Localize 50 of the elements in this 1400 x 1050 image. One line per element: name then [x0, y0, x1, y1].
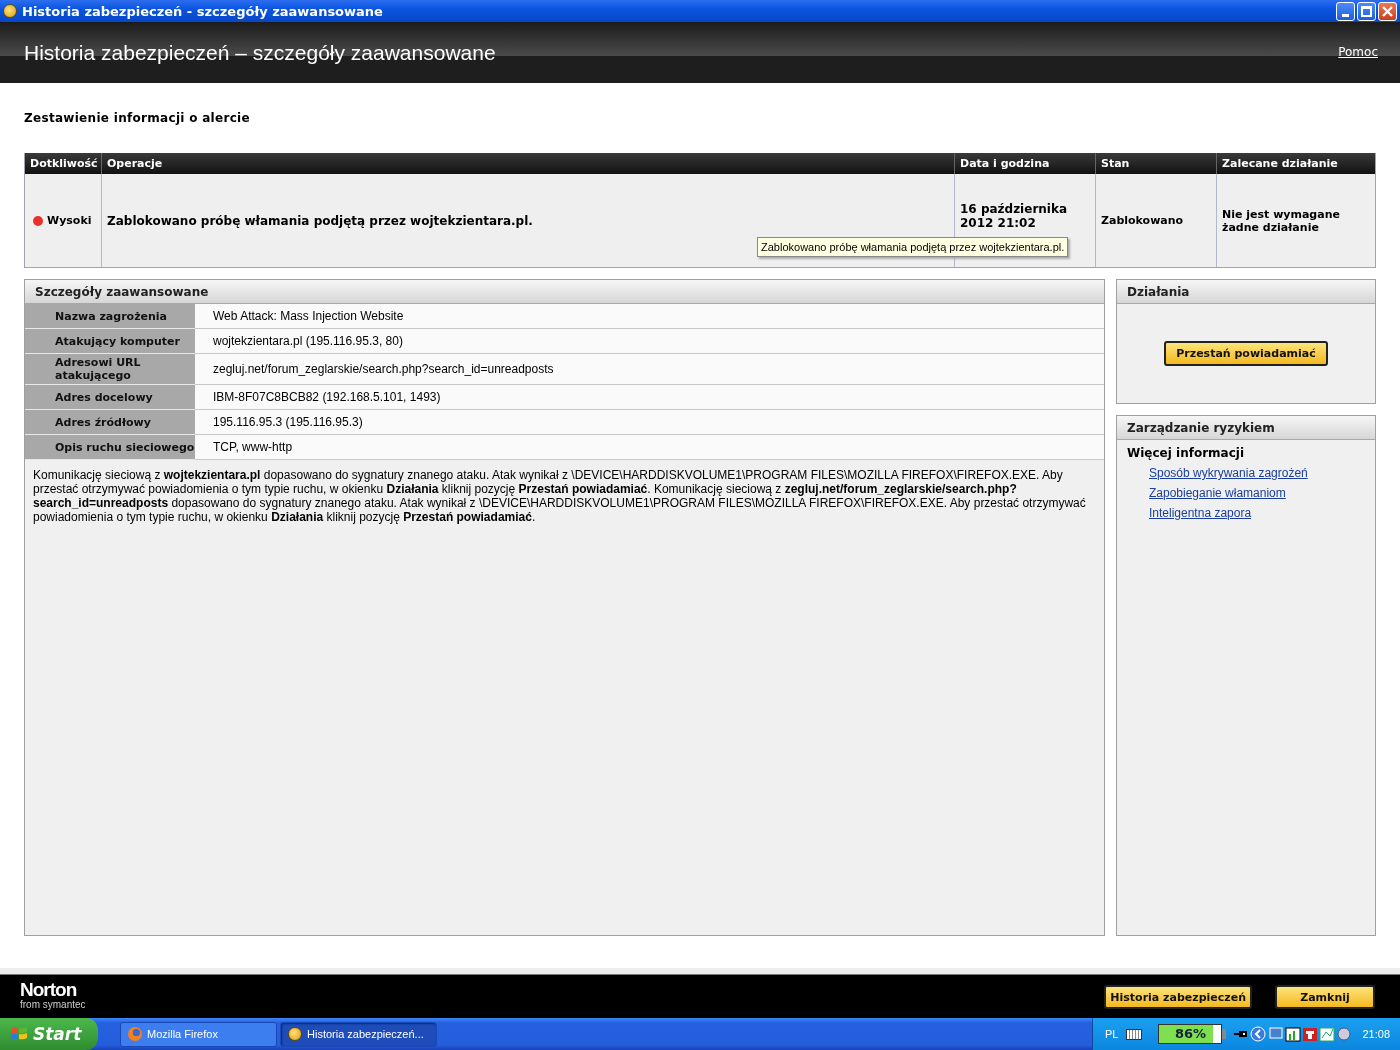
windows-logo-icon [10, 1026, 28, 1042]
field-value: 195.116.95.3 (195.116.95.3) [195, 410, 1104, 435]
norton-logo: Norton [20, 980, 78, 999]
panel-title: Szczegóły zaawansowane [25, 280, 1104, 304]
field-label: Atakujący komputer [25, 329, 195, 354]
subheading: Więcej informacji [1126, 445, 1245, 462]
logo-subtitle: from symantec [20, 999, 86, 1010]
severity-label: Wysoki [47, 214, 92, 227]
restore-button[interactable] [1357, 1, 1376, 21]
browser-icon [128, 1027, 142, 1041]
column-header: Dotkliwość [29, 156, 99, 172]
battery-meter[interactable]: 86% [1158, 1024, 1223, 1044]
info-link[interactable]: Inteligentna zapora [1117, 504, 1252, 524]
field-label: Adres źródłowy [25, 410, 195, 435]
minimize-button[interactable] [1336, 1, 1355, 21]
field-label: Opis ruchu sieciowego [25, 435, 195, 460]
field-label: Nazwa zagrożenia [25, 304, 195, 329]
field-label: Adresowi URL atakującego [25, 354, 195, 385]
field-value: TCP, www-http [195, 435, 1104, 460]
taskbar-button[interactable]: Historia zabezpieczeń... [280, 1021, 437, 1047]
field-label: Adres docelowy [25, 385, 195, 410]
tray-icons-drawing[interactable] [1232, 1026, 1353, 1042]
operation-text: Zablokowano próbę włamania podjętą przez wojtekzientara.pl. [107, 213, 533, 228]
info-link[interactable]: Sposób wykrywania zagrożeń [1117, 464, 1308, 484]
description-text: Komunikację sieciową z wojtekzientara.pl dopasowano do sygnatury znanego ataku. Atak wynikał z \DEVICE\HARDDISKVOLUME1\PROGRAM FILES\MOZILLA FIREFOX\FIREFOX.EXE. Aby przestać otrzymywać powiadomienia o tym typie ruchu, w okienku Działania kliknij pozycję Przestań powiadamiać. Komunikację sieciową z zegluj.net/forum_zeglarskie/search.php?search_id=unreadposts dopasowano do sygnatury znanego ataku. Atak wynikał z \DEVICE\HARDDISKVOLUME1\PROGRAM FILES\MOZILLA FIREFOX\FIREFOX.EXE. Aby przestać otrzymywać powiadomienia o tym typie ruchu, w okienku Działania kliknij pozycję Przestań powiadamiać. [33, 468, 1087, 524]
window-title: Historia zabezpieczeń - szczegóły zaawansowane [22, 3, 383, 19]
close-icon [1381, 4, 1394, 18]
panel-title: Działania [1117, 280, 1375, 304]
tooltip: Zablokowano próbę włamania podjętą przez wojtekzientara.pl. [757, 237, 1069, 257]
footer-button[interactable]: Historia zabezpieczeń [1104, 985, 1252, 1009]
field-value: IBM-8F07C8BCB82 (192.168.5.101, 1493) [195, 385, 1104, 410]
stop-notifying-button[interactable]: Przestań powiadamiać [1164, 341, 1328, 366]
clock: 21:08 [1362, 1028, 1390, 1040]
status-text: Zablokowano [1101, 214, 1184, 227]
taskbar-button[interactable]: Mozilla Firefox [120, 1021, 277, 1047]
panel-title: Zarządzanie ryzykiem [1117, 416, 1375, 440]
info-link[interactable]: Zapobieganie włamaniom [1117, 484, 1286, 504]
recommended-action-text: Nie jest wymagane żadne działanie [1222, 207, 1341, 234]
field-value: Web Attack: Mass Injection Website [195, 304, 1104, 329]
page-title: Historia zabezpieczeń – szczegóły zaawansowane [24, 40, 496, 65]
date-text: 16 października 2012 21:02 [960, 201, 1069, 230]
close-button[interactable] [1378, 1, 1397, 21]
globe-icon [288, 1027, 302, 1041]
field-value: zegluj.net/forum_zeglarskie/search.php?search_id=unreadposts [195, 354, 1104, 385]
keyboard-icon[interactable] [1126, 1028, 1143, 1040]
field-value: wojtekzientara.pl (195.116.95.3, 80) [195, 329, 1104, 354]
help-link[interactable]: Pomoc [1338, 44, 1378, 59]
section-heading: Zestawienie informacji o alercie [24, 111, 251, 125]
footer-button[interactable]: Zamknij [1275, 985, 1375, 1009]
globe-icon [3, 4, 17, 18]
